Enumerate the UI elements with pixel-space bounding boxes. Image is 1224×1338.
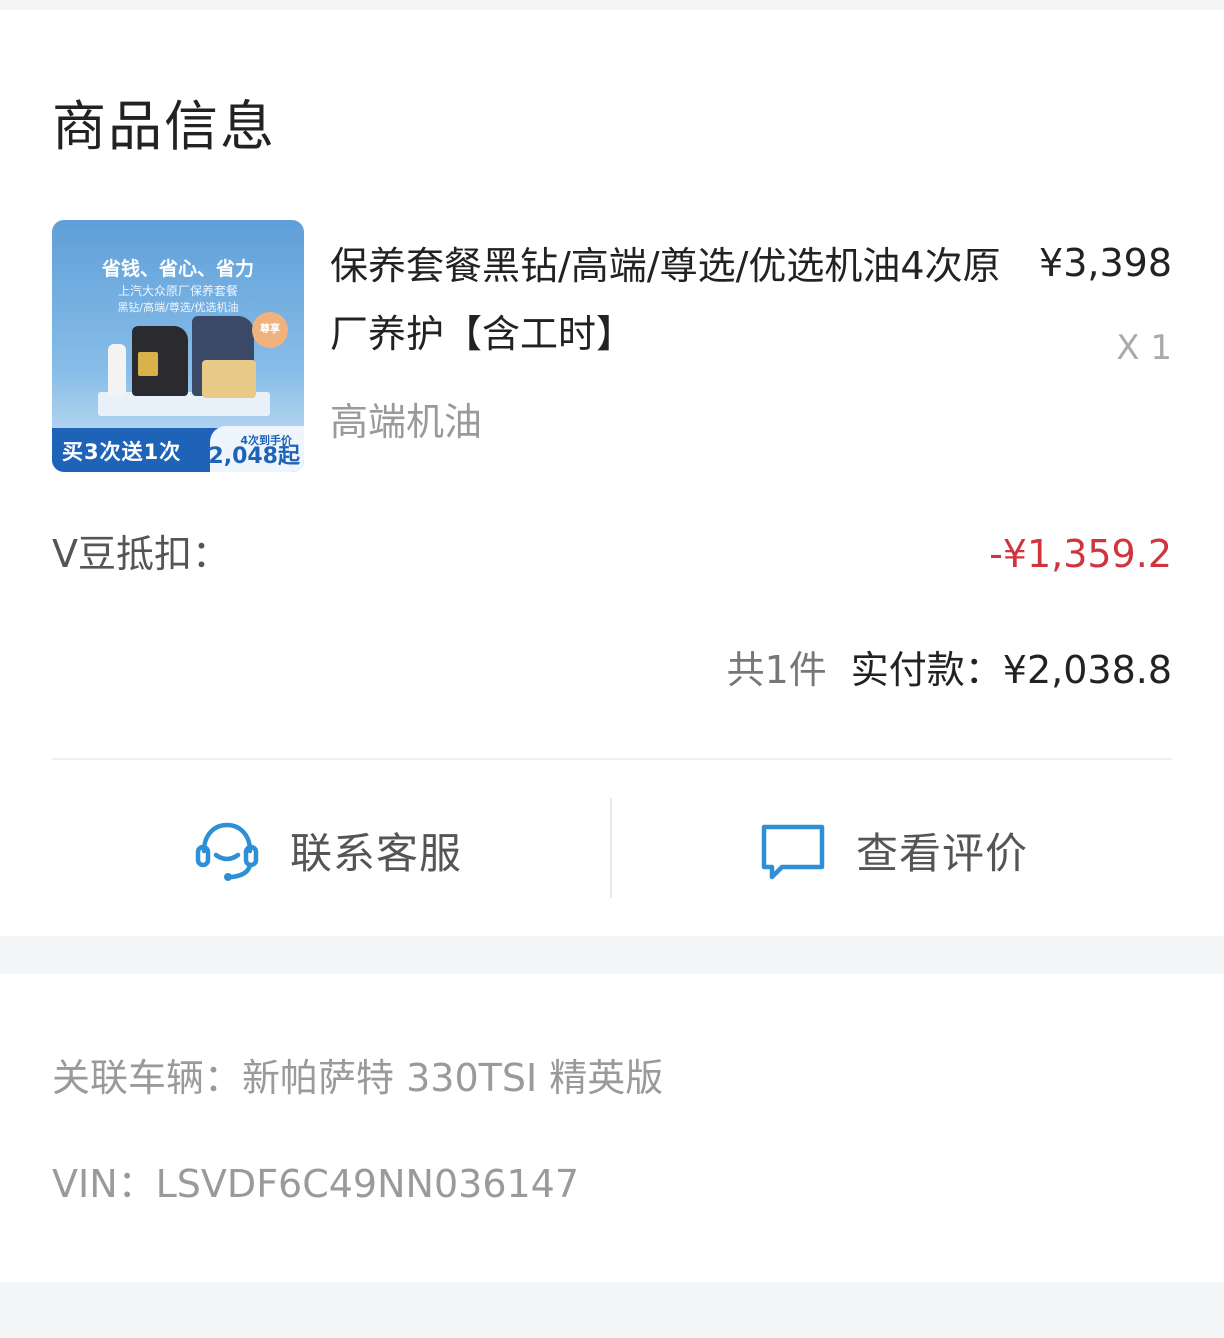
paid-amount: ¥2,038.8 bbox=[1002, 648, 1172, 692]
product-quantity: X 1 bbox=[1116, 328, 1172, 368]
thumbnail-band-left: 买3次送1次 bbox=[62, 440, 182, 464]
item-count: 共1件 bbox=[726, 648, 827, 692]
thumbnail-oil-can bbox=[132, 326, 188, 396]
vin-value: LSVDF6C49NN036147 bbox=[155, 1162, 580, 1206]
thumbnail-seal: 尊享 bbox=[252, 312, 288, 348]
vin-label: VIN： bbox=[52, 1162, 156, 1206]
section-title: 商品信息 bbox=[52, 95, 276, 158]
linked-vehicle-value: 新帕萨特 330TSI 精英版 bbox=[242, 1056, 664, 1100]
thumbnail-filter bbox=[202, 360, 256, 398]
product-price: ¥3,398 bbox=[1039, 241, 1172, 285]
action-divider bbox=[610, 798, 612, 898]
thumbnail-bottle bbox=[108, 344, 126, 396]
paid-label: 实付款： bbox=[850, 648, 1003, 692]
headset-icon bbox=[195, 822, 259, 881]
vbean-discount-label: V豆抵扣： bbox=[52, 532, 230, 576]
linked-vehicle: 关联车辆：新帕萨特 330TSI 精英版 bbox=[52, 1048, 663, 1108]
thumbnail-subline-1: 上汽大众原厂保养套餐 bbox=[117, 284, 238, 298]
contact-service-button[interactable]: 联系客服 bbox=[192, 800, 462, 900]
contact-service-label: 联系客服 bbox=[290, 828, 463, 878]
total-row: 共1件 实付款：¥2,038.8 bbox=[727, 641, 1172, 699]
vehicle-info-card: 关联车辆：新帕萨特 330TSI 精英版 VIN：LSVDF6C49NN0361… bbox=[0, 974, 1224, 1282]
product-info-card: 商品信息 省钱、省心、省力 上汽大众原厂保养套餐 黑钻/高端/尊选/优选机油 尊… bbox=[0, 10, 1224, 936]
vbean-discount-value: -¥1,359.2 bbox=[989, 532, 1172, 576]
divider bbox=[52, 758, 1172, 760]
product-spec: 高端机油 bbox=[330, 400, 483, 444]
thumbnail-price: ¥2,048起 bbox=[193, 444, 300, 469]
view-review-button[interactable]: 查看评价 bbox=[758, 800, 1028, 900]
thumbnail-headline: 省钱、省心、省力 bbox=[101, 258, 254, 280]
linked-vehicle-label: 关联车辆： bbox=[52, 1056, 243, 1100]
chat-bubble-icon bbox=[761, 824, 825, 880]
view-review-label: 查看评价 bbox=[856, 828, 1029, 878]
product-thumbnail[interactable]: 省钱、省心、省力 上汽大众原厂保养套餐 黑钻/高端/尊选/优选机油 尊享 买3次… bbox=[52, 220, 304, 472]
product-name[interactable]: 保养套餐黑钻/高端/尊选/优选机油4次原厂养护【含工时】 bbox=[330, 232, 1020, 368]
vin: VIN：LSVDF6C49NN036147 bbox=[52, 1154, 579, 1214]
